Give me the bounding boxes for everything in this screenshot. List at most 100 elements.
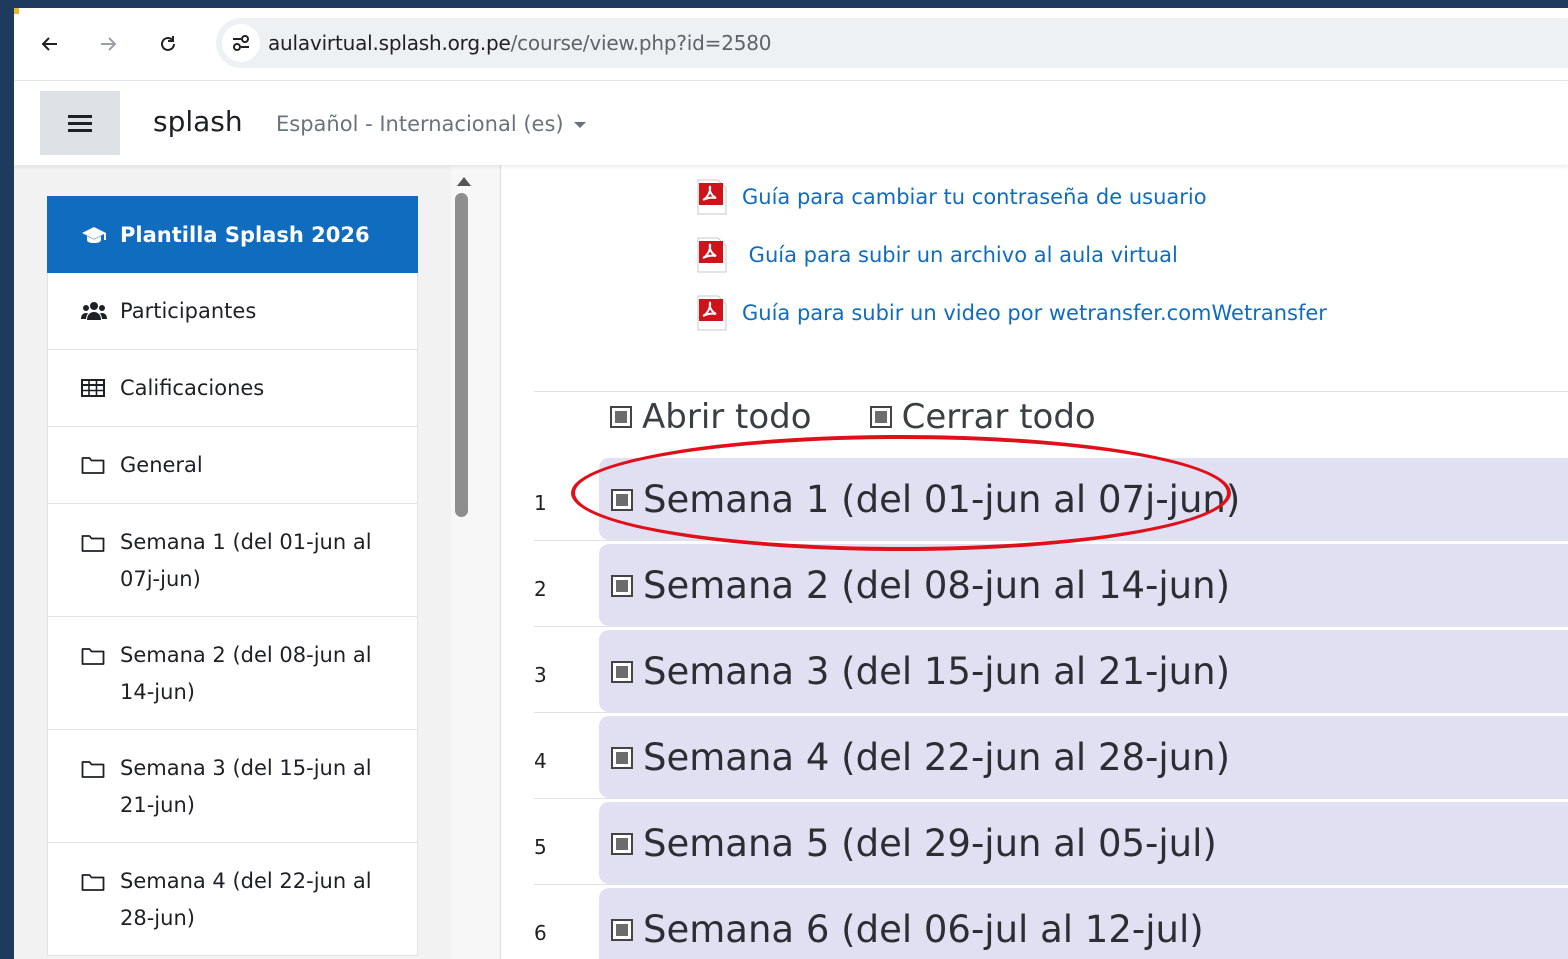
collapse-toggle-icon <box>869 406 892 428</box>
collapse-toggle-icon[interactable] <box>611 575 633 597</box>
section-header[interactable]: Semana 4 (del 22-jun al 28-jun) <box>599 716 1568 798</box>
sidebar-item-week-2[interactable]: Semana 2 (del 08-jun al 14-jun) <box>47 617 418 730</box>
hamburger-menu-button[interactable] <box>40 91 120 155</box>
section-title[interactable]: Semana 1 (del 01-jun al 07j-jun) <box>643 478 1240 521</box>
table-icon <box>81 378 107 398</box>
collapse-all-button[interactable]: Cerrar todo <box>869 397 1096 437</box>
sidebar-item-participants[interactable]: Participantes <box>47 273 418 350</box>
label-line-1: Semana 1 (del 01-jun al <box>120 530 372 554</box>
course-nav-list: Plantilla Splash 2026 Participantes Cali… <box>47 196 418 956</box>
menu-icon <box>68 115 92 132</box>
label-line-2: 07j-jun) <box>120 567 201 591</box>
divider <box>534 391 1568 392</box>
resource-label: Guía para cambiar tu contraseña de usuar… <box>742 185 1207 209</box>
label-line-1: Semana 2 (del 08-jun al <box>120 643 372 667</box>
section-row: 1 Semana 1 (del 01-jun al 07j-jun) <box>534 455 1568 541</box>
section-toggles: Abrir todo Cerrar todo <box>610 397 1096 437</box>
expand-all-button[interactable]: Abrir todo <box>610 397 812 437</box>
section-number: 5 <box>534 835 547 859</box>
section-number: 2 <box>534 577 547 601</box>
sidebar-item-week-4[interactable]: Semana 4 (del 22-jun al 28-jun) <box>47 843 418 956</box>
graduation-cap-icon <box>81 225 107 245</box>
section-number: 6 <box>534 921 547 945</box>
label-line-2: 21-jun) <box>120 793 195 817</box>
collapse-toggle-icon[interactable] <box>611 747 633 769</box>
folder-icon <box>81 455 107 475</box>
sidebar-item-label: Calificaciones <box>120 376 265 400</box>
language-label: Español - Internacional (es) <box>276 112 564 136</box>
collapse-toggle-icon[interactable] <box>611 489 633 511</box>
section-title[interactable]: Semana 3 (del 15-jun al 21-jun) <box>643 650 1230 693</box>
section-row: 4 Semana 4 (del 22-jun al 28-jun) <box>534 713 1568 799</box>
section-header[interactable]: Semana 5 (del 29-jun al 05-jul) <box>599 802 1568 884</box>
course-content: Guía para cambiar tu contraseña de usuar… <box>501 165 1568 959</box>
sidebar-item-label: Semana 4 (del 22-jun al 28-jun) <box>120 863 372 937</box>
pdf-icon <box>695 179 727 215</box>
back-icon[interactable] <box>36 30 64 58</box>
expand-all-label: Abrir todo <box>642 397 812 437</box>
section-header[interactable]: Semana 2 (del 08-jun al 14-jun) <box>599 544 1568 626</box>
folder-icon <box>81 637 107 674</box>
section-number: 1 <box>534 491 547 515</box>
section-title[interactable]: Semana 5 (del 29-jun al 05-jul) <box>643 822 1217 865</box>
resource-link[interactable]: Guía para subir un archivo al aula virtu… <box>695 237 1178 273</box>
language-menu[interactable]: Español - Internacional (es) <box>276 112 586 136</box>
collapse-toggle-icon[interactable] <box>611 661 633 683</box>
pdf-icon <box>695 295 727 331</box>
folder-icon <box>81 863 107 900</box>
url-domain: aulavirtual.splash.org.pe <box>268 31 511 55</box>
label-line-2: 14-jun) <box>120 680 195 704</box>
section-row: 3 Semana 3 (del 15-jun al 21-jun) <box>534 627 1568 713</box>
resource-label: Guía para subir un archivo al aula virtu… <box>742 243 1178 267</box>
section-header[interactable]: Semana 3 (del 15-jun al 21-jun) <box>599 630 1568 712</box>
tune-icon[interactable] <box>222 24 260 62</box>
folder-icon <box>81 750 107 787</box>
sidebar-item-week-1[interactable]: Semana 1 (del 01-jun al 07j-jun) <box>47 504 418 617</box>
browser-toolbar: aulavirtual.splash.org.pe/course/view.ph… <box>14 8 1568 81</box>
collapse-all-label: Cerrar todo <box>901 397 1096 437</box>
site-navbar: splash Español - Internacional (es) <box>14 81 1568 165</box>
sidebar-scrollbar[interactable] <box>451 165 500 959</box>
section-number: 4 <box>534 749 547 773</box>
sidebar-item-course-home[interactable]: Plantilla Splash 2026 <box>47 196 418 273</box>
url-text[interactable]: aulavirtual.splash.org.pe/course/view.ph… <box>268 31 771 55</box>
section-title[interactable]: Semana 2 (del 08-jun al 14-jun) <box>643 564 1230 607</box>
reload-icon[interactable] <box>154 30 182 58</box>
resource-link[interactable]: Guía para cambiar tu contraseña de usuar… <box>695 179 1207 215</box>
sidebar-item-label: General <box>120 453 203 477</box>
folder-icon <box>81 524 107 561</box>
section-header[interactable]: Semana 1 (del 01-jun al 07j-jun) <box>599 458 1568 540</box>
forward-icon[interactable] <box>94 30 122 58</box>
section-row: 2 Semana 2 (del 08-jun al 14-jun) <box>534 541 1568 627</box>
pdf-icon <box>695 237 727 273</box>
browser-window: aulavirtual.splash.org.pe/course/view.ph… <box>14 8 1568 959</box>
scroll-thumb[interactable] <box>455 193 468 517</box>
sidebar-item-general[interactable]: General <box>47 427 418 504</box>
sidebar-item-label: Participantes <box>120 299 257 323</box>
address-bar[interactable]: aulavirtual.splash.org.pe/course/view.ph… <box>216 18 1568 68</box>
section-title[interactable]: Semana 6 (del 06-jul al 12-jul) <box>643 908 1204 951</box>
scroll-up-arrow-icon[interactable] <box>457 177 471 186</box>
section-row: 6 Semana 6 (del 06-jul al 12-jul) <box>534 885 1568 959</box>
section-row: 5 Semana 5 (del 29-jun al 05-jul) <box>534 799 1568 885</box>
site-brand[interactable]: splash <box>153 105 243 138</box>
section-title[interactable]: Semana 4 (del 22-jun al 28-jun) <box>643 736 1230 779</box>
collapse-toggle-icon <box>610 406 632 428</box>
sidebar-item-label: Semana 2 (del 08-jun al 14-jun) <box>120 637 372 711</box>
resource-link[interactable]: Guía para subir un video por wetransfer.… <box>695 295 1327 331</box>
sidebar-item-label: Semana 3 (del 15-jun al 21-jun) <box>120 750 372 824</box>
sidebar-item-label: Plantilla Splash 2026 <box>120 222 370 247</box>
users-icon <box>81 301 107 321</box>
window-corner-accent <box>14 8 19 14</box>
caret-down-icon <box>573 122 586 128</box>
course-index-drawer: Plantilla Splash 2026 Participantes Cali… <box>14 165 451 959</box>
sidebar-item-grades[interactable]: Calificaciones <box>47 350 418 427</box>
section-list: 1 Semana 1 (del 01-jun al 07j-jun) 2 Sem… <box>534 455 1568 959</box>
collapse-toggle-icon[interactable] <box>611 919 633 941</box>
collapse-toggle-icon[interactable] <box>611 833 633 855</box>
section-header[interactable]: Semana 6 (del 06-jul al 12-jul) <box>599 888 1568 959</box>
sidebar-item-week-3[interactable]: Semana 3 (del 15-jun al 21-jun) <box>47 730 418 843</box>
resource-label: Guía para subir un video por wetransfer.… <box>742 301 1327 325</box>
sidebar-item-label: Semana 1 (del 01-jun al 07j-jun) <box>120 524 372 598</box>
label-line-1: Semana 4 (del 22-jun al <box>120 869 372 893</box>
